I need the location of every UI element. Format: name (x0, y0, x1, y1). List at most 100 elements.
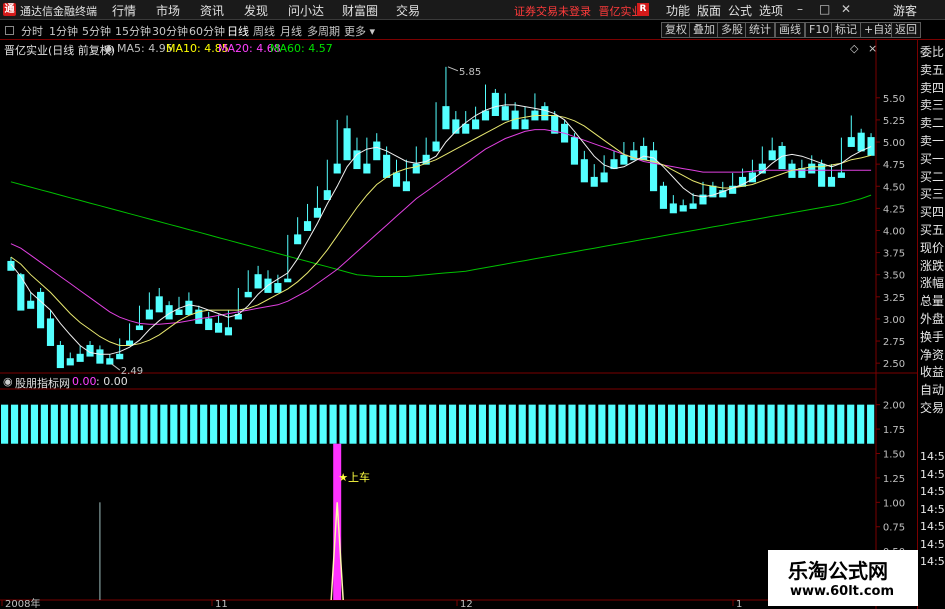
candle-body (383, 154, 391, 178)
period-intraday[interactable]: 分时 (21, 23, 43, 39)
trade-login-status[interactable]: 证券交易未登录 (514, 5, 591, 18)
side-label-0: 委比 (920, 45, 945, 59)
side-label-19[interactable]: 自动 (920, 381, 944, 398)
indicator-bar (399, 404, 407, 444)
candle-body (402, 181, 410, 192)
side-label-11: 现价 (920, 240, 945, 255)
indicator-bar (180, 404, 188, 444)
ma-toggle-icon[interactable]: ◉ (104, 42, 114, 55)
period-5min[interactable]: 5分钟 (82, 23, 111, 39)
mark-button[interactable]: 标记 (831, 22, 861, 38)
sub-y-tick-label: 1.50 (883, 449, 905, 460)
indicator-bar (269, 404, 277, 444)
indicator-bar (528, 404, 536, 444)
period-1min[interactable]: 1分钟 (49, 23, 78, 39)
side-label-9: 买四 (920, 205, 945, 220)
candle-body (294, 234, 302, 245)
menu-options[interactable]: 选项 (759, 2, 783, 19)
diamond-icon[interactable]: ◇ (850, 42, 858, 55)
side-label-14: 总量 (920, 294, 945, 309)
side-label-10: 买五 (920, 223, 945, 237)
side-label-5: 卖一 (920, 134, 945, 148)
menu-news[interactable]: 资讯 (200, 2, 224, 19)
multi-stock-button[interactable]: 多股 (717, 22, 747, 38)
app-name: 通达信金融终端 (20, 5, 97, 18)
trade-status[interactable]: 证券交易未登录 晋亿实业 (514, 3, 643, 19)
f10-button[interactable]: F10 (805, 22, 834, 38)
indicator-bar (200, 404, 208, 444)
candle-body (857, 132, 865, 152)
candle-body (214, 322, 223, 333)
side-time-4: 14:56 (920, 520, 945, 533)
sub-y-tick-label: 1.75 (883, 425, 905, 436)
indicator-bar (568, 404, 576, 444)
indicator-bar (538, 404, 546, 444)
select-box-icon[interactable] (5, 26, 14, 35)
overlay-button[interactable]: 叠加 (689, 22, 719, 38)
candle-body (462, 123, 470, 134)
indicator-bar (299, 404, 307, 444)
indicator-bar (349, 404, 357, 444)
candle-body (827, 176, 836, 187)
period-monthly[interactable]: 月线 (280, 23, 302, 39)
r-badge-icon[interactable]: R (637, 3, 649, 16)
menu-formula[interactable]: 公式 (728, 2, 752, 19)
indicator-bar (608, 404, 616, 444)
menu-layout[interactable]: 版面 (697, 2, 721, 19)
indicator-bar (638, 404, 646, 444)
candle-body (205, 318, 213, 331)
candle-body (689, 203, 697, 209)
side-label-20[interactable]: 交易 (920, 399, 944, 416)
minimize-icon[interactable]: – (797, 2, 803, 16)
candle-body (274, 283, 282, 293)
period-weekly[interactable]: 周线 (253, 23, 275, 39)
y-tick-label: 5.50 (883, 94, 905, 105)
indicator-bar (667, 404, 676, 444)
indicator-bar (787, 404, 795, 444)
indicator-bar (767, 404, 775, 444)
menu-function[interactable]: 功能 (666, 2, 690, 19)
candle-body (659, 185, 668, 209)
low-pointer (111, 363, 121, 371)
candle-body (254, 274, 262, 289)
stats-button[interactable]: 统计 (745, 22, 775, 38)
maximize-icon[interactable]: □ (819, 2, 830, 16)
collapse-icon[interactable]: × (868, 42, 877, 55)
menu-ask[interactable]: 问小达 (288, 2, 324, 19)
period-15min[interactable]: 15分钟 (115, 23, 151, 39)
indicator-toggle-icon[interactable]: ◉ (3, 375, 13, 388)
title-bar: 通 通达信金融终端 行情 市场 资讯 发现 问小达 财富圈 交易 证券交易未登录… (0, 0, 945, 20)
indicator-bar (319, 404, 327, 444)
y-tick-label: 2.75 (883, 337, 905, 348)
guest-user[interactable]: 游客 (893, 2, 917, 19)
menu-quotes[interactable]: 行情 (112, 2, 136, 19)
period-more[interactable]: 更多 ▾ (344, 23, 375, 39)
indicator-bar (100, 404, 108, 444)
indicator-bar (648, 404, 656, 444)
side-label-13: 涨幅 (920, 276, 945, 291)
side-time-1: 14:56 (920, 467, 945, 481)
menu-trade[interactable]: 交易 (396, 2, 420, 19)
x-tick-label: 11 (215, 599, 228, 609)
indicator-bar (10, 404, 19, 444)
menu-wealth[interactable]: 财富圈 (342, 2, 378, 19)
back-button[interactable]: 返回 (891, 22, 921, 38)
kline-chart[interactable]: 5.50 5.25 5.00 4.75 4.50 4.25 4.00 3.75 3.50 3.25… (0, 40, 917, 609)
y-tick-label: 3.00 (883, 315, 905, 326)
menu-discover[interactable]: 发现 (244, 2, 268, 19)
period-60min[interactable]: 60分钟 (189, 23, 225, 39)
draw-line-button[interactable]: 画线 (775, 22, 805, 38)
period-multi[interactable]: 多周期 (307, 23, 340, 39)
candle-body (837, 172, 845, 178)
candle-body (620, 154, 628, 165)
y-tick-label: 3.50 (883, 271, 905, 282)
ma20-line (10, 129, 872, 325)
adjust-button[interactable]: 复权 (661, 22, 691, 38)
period-daily[interactable]: 日线 (227, 23, 249, 39)
period-30min[interactable]: 30分钟 (152, 23, 188, 39)
menu-market[interactable]: 市场 (156, 2, 180, 19)
candle-body (521, 119, 529, 130)
indicator-bar (468, 404, 477, 444)
period-toolbar: 分时 1分钟 5分钟 15分钟 30分钟 60分钟 日线 周线 月线 多周期 更… (0, 21, 945, 40)
close-icon[interactable]: ✕ (841, 2, 851, 16)
